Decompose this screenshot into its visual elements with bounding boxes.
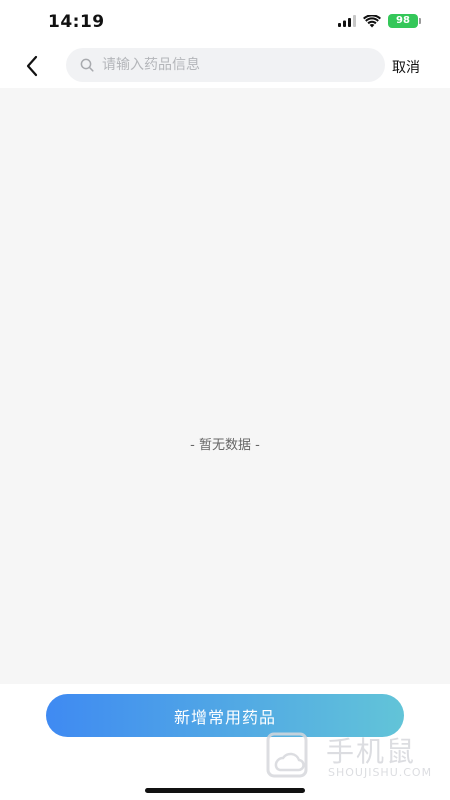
battery-level: 98 xyxy=(396,15,410,26)
back-button[interactable] xyxy=(16,50,48,82)
status-bar: 14:19 98 xyxy=(0,0,450,46)
add-button-label: 新增常用药品 xyxy=(173,707,276,727)
wifi-icon xyxy=(363,14,381,27)
battery-tip xyxy=(419,18,421,24)
status-time: 14:19 xyxy=(48,12,105,32)
status-indicators: 98 xyxy=(338,14,421,28)
search-header: 取消 xyxy=(0,46,450,88)
battery-charging-icon: 98 xyxy=(388,14,421,28)
home-indicator[interactable] xyxy=(145,788,305,793)
chevron-left-icon xyxy=(26,55,38,77)
watermark-subtext: SHOUJISHU.COM xyxy=(328,766,433,779)
watermark-text: 手机鼠 xyxy=(326,735,417,768)
medicine-list: - 暂无数据 - xyxy=(0,88,450,684)
empty-state-text: - 暂无数据 - xyxy=(190,438,260,453)
search-icon xyxy=(80,58,94,72)
search-box[interactable] xyxy=(66,48,385,82)
cellular-signal-icon xyxy=(338,15,356,27)
screen: 14:19 98 请输入药品信息 取消 - 暂无数据 - 新增常用药品 手机鼠 … xyxy=(0,0,450,800)
watermark-logo-icon xyxy=(266,732,308,778)
cancel-button[interactable]: 取消 xyxy=(392,57,420,77)
search-input[interactable] xyxy=(100,49,374,81)
bottom-bar: 新增常用药品 手机鼠 SHOUJISHU.COM xyxy=(0,684,450,800)
watermark: 手机鼠 SHOUJISHU.COM xyxy=(266,732,436,788)
